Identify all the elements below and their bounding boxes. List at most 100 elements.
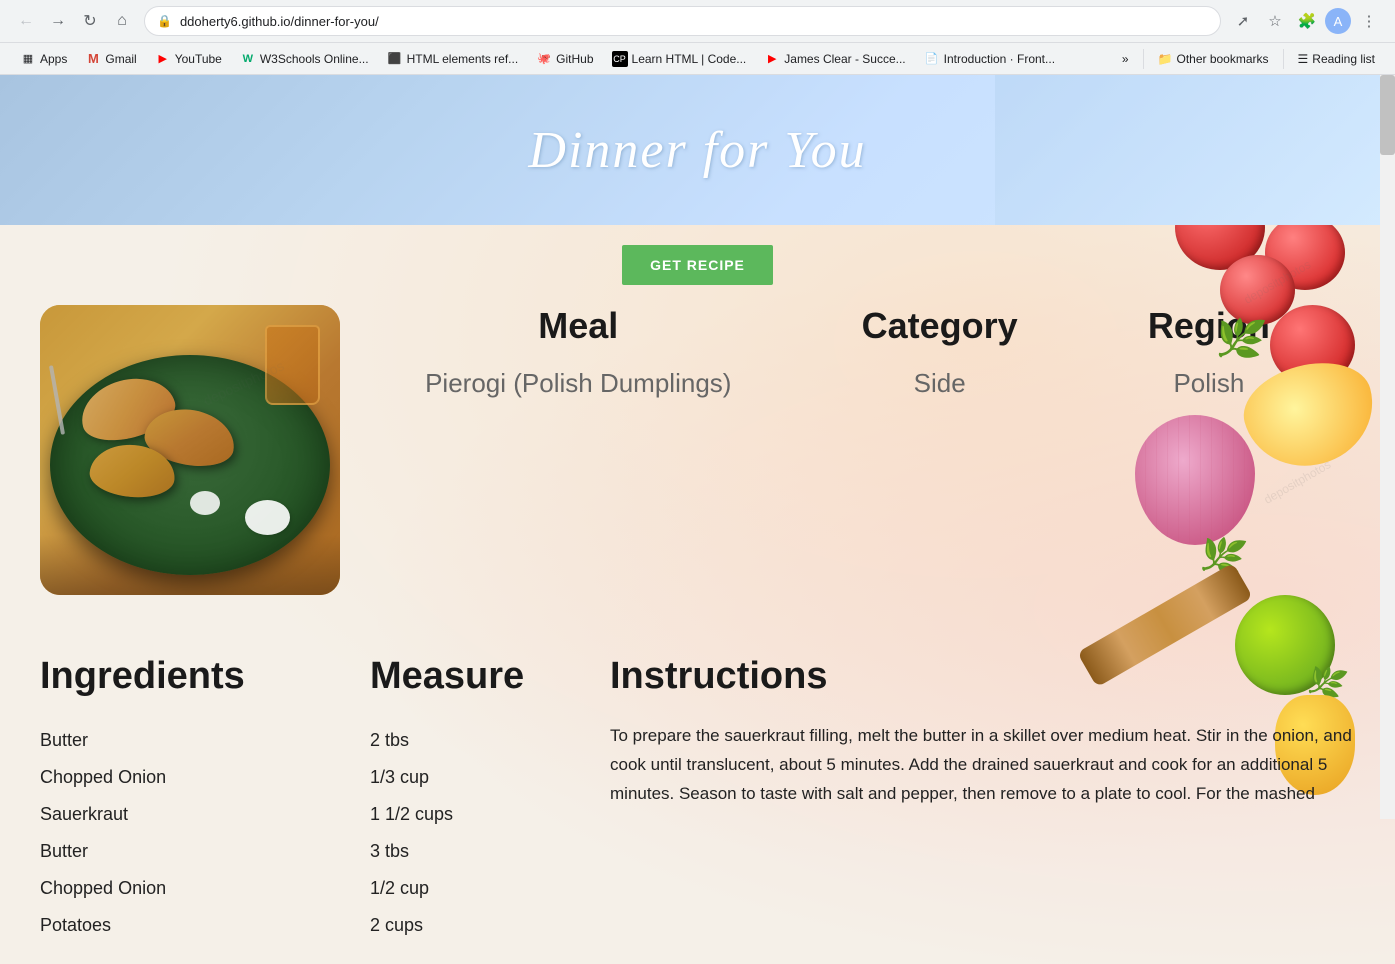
meal-image-placeholder: [40, 305, 340, 595]
html-favicon: ⬛: [387, 51, 403, 67]
get-recipe-section: GET RECIPE: [0, 225, 1395, 305]
meal-info-section: Meal Pierogi (Polish Dumplings) Category…: [0, 305, 1395, 595]
bookmark-intro-front[interactable]: 📄 Introduction · Front...: [916, 48, 1063, 70]
bookmark-button[interactable]: ☆: [1261, 7, 1289, 35]
instructions-text: To prepare the sauerkraut filling, melt …: [610, 722, 1355, 809]
site-title: Dinner for You: [528, 121, 866, 180]
bookmark-github[interactable]: 🐙 GitHub: [528, 48, 601, 70]
bookmarks-separator-2: [1283, 49, 1284, 69]
measure-list: 2 tbs 1/3 cup 1 1/2 cups 3 tbs 1/2 cup 2…: [370, 722, 610, 944]
category-value: Side: [914, 367, 966, 401]
region-value: Polish: [1173, 367, 1244, 401]
site-header: Dinner for You: [0, 75, 1395, 225]
measure-header: Measure: [370, 655, 610, 698]
intro-front-favicon: 📄: [924, 51, 940, 67]
meal-value: Pierogi (Polish Dumplings): [425, 367, 731, 401]
codepen-favicon: CP: [612, 51, 628, 67]
other-bookmarks-button[interactable]: 📁 Other bookmarks: [1150, 49, 1277, 69]
forward-button[interactable]: →: [44, 7, 72, 35]
measure-5: 2 cups: [370, 907, 610, 944]
instructions-header: Instructions: [610, 655, 1355, 698]
ingredients-header: Ingredients: [40, 655, 370, 698]
bookmark-apps[interactable]: ▦ Apps: [12, 48, 75, 70]
meal-column: Meal Pierogi (Polish Dumplings): [425, 305, 731, 401]
ingredient-3: Butter: [40, 833, 370, 870]
section-grid: Ingredients Butter Chopped Onion Sauerkr…: [40, 655, 1355, 944]
measure-3: 3 tbs: [370, 833, 610, 870]
gmail-favicon: M: [85, 51, 101, 67]
bookmark-james-clear-label: James Clear - Succe...: [784, 52, 905, 66]
james-clear-favicon: ▶: [764, 51, 780, 67]
get-recipe-button[interactable]: GET RECIPE: [622, 245, 773, 285]
ingredient-5: Potatoes: [40, 907, 370, 944]
category-column: Category Side: [862, 305, 1018, 401]
back-button[interactable]: ←: [12, 7, 40, 35]
w3schools-favicon: W: [240, 51, 256, 67]
measure-column: Measure 2 tbs 1/3 cup 1 1/2 cups 3 tbs 1…: [370, 655, 610, 944]
bookmark-codepen-label: Learn HTML | Code...: [632, 52, 747, 66]
share-button[interactable]: ➚: [1229, 7, 1257, 35]
content-section: Ingredients Butter Chopped Onion Sauerkr…: [0, 635, 1395, 964]
security-icon: 🔒: [157, 14, 172, 28]
scroll-thumb[interactable]: [1380, 75, 1395, 155]
cream-1: [245, 500, 290, 535]
meal-label: Meal: [538, 305, 618, 347]
bookmark-youtube[interactable]: ▶ YouTube: [147, 48, 230, 70]
ingredient-2: Sauerkraut: [40, 796, 370, 833]
measure-0: 2 tbs: [370, 722, 610, 759]
meal-details: Meal Pierogi (Polish Dumplings) Category…: [340, 305, 1355, 401]
other-bookmarks-label: Other bookmarks: [1176, 52, 1268, 66]
browser-chrome: ← → ↻ ⌂ 🔒 ddoherty6.github.io/dinner-for…: [0, 0, 1395, 75]
bookmark-youtube-label: YouTube: [175, 52, 222, 66]
measure-2: 1 1/2 cups: [370, 796, 610, 833]
apps-favicon: ▦: [20, 51, 36, 67]
bookmark-github-label: GitHub: [556, 52, 593, 66]
reading-list-button[interactable]: ☰ Reading list: [1290, 49, 1383, 69]
cream-2: [190, 491, 220, 515]
url-text: ddoherty6.github.io/dinner-for-you/: [180, 14, 1208, 29]
bookmarks-more-label: »: [1122, 52, 1129, 66]
toolbar-right: ➚ ☆ 🧩 A ⋮: [1229, 7, 1383, 35]
bookmark-codepen[interactable]: CP Learn HTML | Code...: [604, 48, 755, 70]
github-favicon: 🐙: [536, 51, 552, 67]
category-label: Category: [862, 305, 1018, 347]
youtube-favicon: ▶: [155, 51, 171, 67]
bookmarks-bar: ▦ Apps M Gmail ▶ YouTube W W3Schools Onl…: [0, 42, 1395, 74]
bookmark-gmail-label: Gmail: [105, 52, 136, 66]
browser-top-bar: ← → ↻ ⌂ 🔒 ddoherty6.github.io/dinner-for…: [0, 0, 1395, 42]
bookmark-w3schools-label: W3Schools Online...: [260, 52, 369, 66]
bookmark-james-clear[interactable]: ▶ James Clear - Succe...: [756, 48, 913, 70]
bookmarks-separator: [1143, 49, 1144, 69]
ingredient-list: Butter Chopped Onion Sauerkraut Butter C…: [40, 722, 370, 944]
instructions-column: Instructions To prepare the sauerkraut f…: [610, 655, 1355, 944]
address-bar[interactable]: 🔒 ddoherty6.github.io/dinner-for-you/: [144, 6, 1221, 36]
extensions-button[interactable]: 🧩: [1293, 7, 1321, 35]
bookmark-apps-label: Apps: [40, 52, 67, 66]
bookmark-html-label: HTML elements ref...: [407, 52, 519, 66]
region-column: Region Polish: [1148, 305, 1270, 401]
region-label: Region: [1148, 305, 1270, 347]
ingredient-1: Chopped Onion: [40, 759, 370, 796]
reading-list-label: Reading list: [1312, 52, 1375, 66]
menu-button[interactable]: ⋮: [1355, 7, 1383, 35]
scroll-track[interactable]: [1380, 75, 1395, 819]
bookmark-w3schools[interactable]: W W3Schools Online...: [232, 48, 377, 70]
page-content: 🌿 🌿 🌿 depositphotos depositphotos Dinner…: [0, 75, 1395, 964]
bookmark-intro-front-label: Introduction · Front...: [944, 52, 1055, 66]
reading-list-icon: ☰: [1298, 52, 1309, 66]
ingredient-4: Chopped Onion: [40, 870, 370, 907]
reload-button[interactable]: ↻: [76, 7, 104, 35]
profile-avatar[interactable]: A: [1325, 8, 1351, 34]
bookmark-html[interactable]: ⬛ HTML elements ref...: [379, 48, 527, 70]
ingredient-0: Butter: [40, 722, 370, 759]
measure-1: 1/3 cup: [370, 759, 610, 796]
measure-4: 1/2 cup: [370, 870, 610, 907]
other-bookmarks-icon: 📁: [1158, 52, 1173, 66]
nav-buttons: ← → ↻ ⌂: [12, 7, 136, 35]
bookmarks-more-button[interactable]: »: [1114, 49, 1137, 69]
bookmark-gmail[interactable]: M Gmail: [77, 48, 144, 70]
meal-image: [40, 305, 340, 595]
ingredients-column: Ingredients Butter Chopped Onion Sauerkr…: [40, 655, 370, 944]
home-button[interactable]: ⌂: [108, 7, 136, 35]
glass: [265, 325, 320, 405]
